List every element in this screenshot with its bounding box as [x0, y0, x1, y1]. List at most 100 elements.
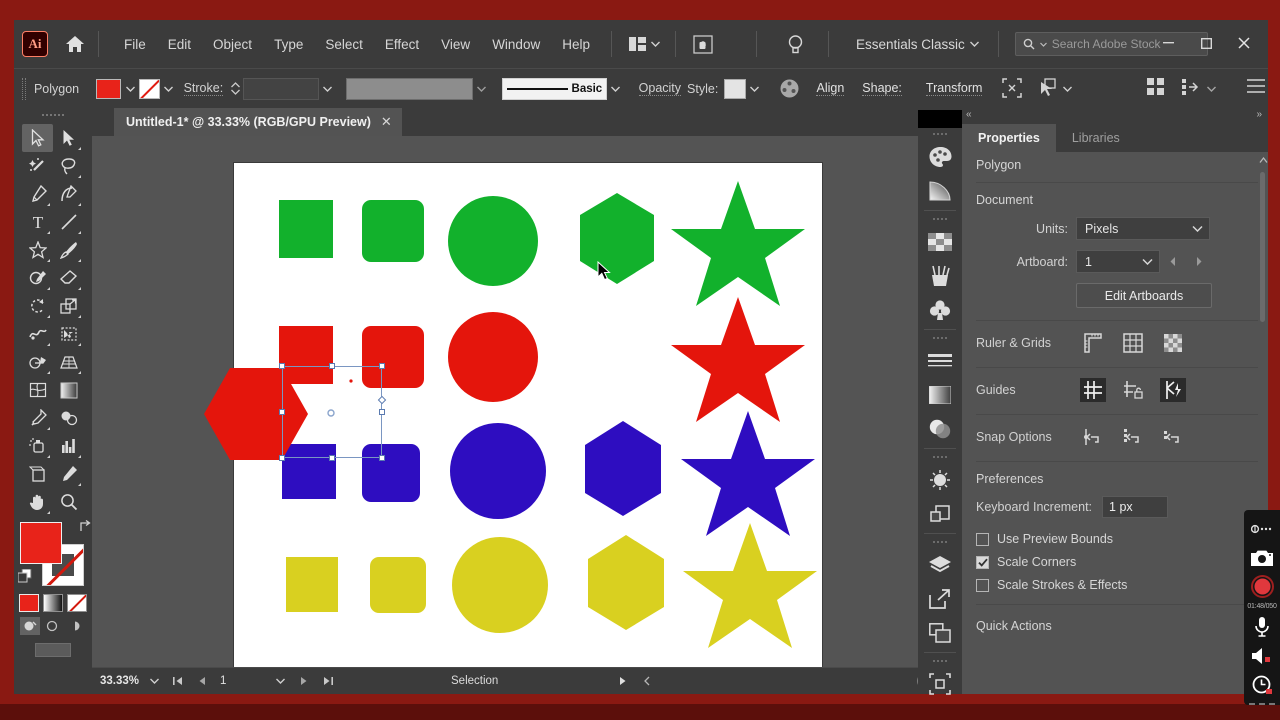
swap-fill-stroke-icon[interactable]: [79, 519, 92, 536]
lasso-tool[interactable]: [53, 152, 84, 180]
menu-type[interactable]: Type: [263, 31, 314, 58]
collapse-panel-icon[interactable]: «: [966, 109, 972, 120]
eraser-tool[interactable]: [53, 264, 84, 292]
stroke-weight-input[interactable]: [243, 77, 320, 100]
show-transparency-grid-icon[interactable]: [1160, 331, 1186, 355]
scroll-up-icon[interactable]: [1259, 156, 1268, 164]
microphone-icon[interactable]: [1247, 614, 1277, 639]
tools-panel-grip[interactable]: [14, 108, 92, 122]
draw-inside-icon[interactable]: [66, 617, 86, 635]
artboard-number-input[interactable]: 1: [217, 672, 266, 690]
draw-normal-icon[interactable]: [20, 617, 40, 635]
use-preview-bounds-checkbox[interactable]: [976, 532, 989, 546]
selection-handle-tl[interactable]: [279, 363, 285, 369]
properties-scroll-thumb[interactable]: [1260, 172, 1265, 322]
brush-dropdown[interactable]: [607, 79, 624, 99]
select-similar-dropdown[interactable]: [1059, 79, 1076, 99]
search-help-icon[interactable]: [781, 30, 810, 58]
webcam-icon[interactable]: [1247, 672, 1277, 697]
direct-selection-tool[interactable]: [53, 124, 84, 152]
use-preview-bounds-checkbox-row[interactable]: Use Preview Bounds: [976, 532, 1258, 546]
scroll-left-icon[interactable]: [638, 672, 656, 690]
line-segment-tool[interactable]: [53, 208, 84, 236]
selection-handle-br[interactable]: [379, 455, 385, 461]
fill-color-box[interactable]: [20, 522, 62, 564]
change-screen-mode-button[interactable]: [35, 643, 71, 657]
menu-file[interactable]: File: [113, 31, 157, 58]
dock-group-grip-4[interactable]: [918, 451, 962, 463]
selection-tool[interactable]: [22, 124, 53, 152]
control-bar-grip[interactable]: [22, 77, 26, 100]
scale-tool[interactable]: [53, 292, 84, 320]
eyedropper-tool[interactable]: [22, 404, 53, 432]
stroke-color-dropdown[interactable]: [160, 79, 177, 99]
smart-guides-icon[interactable]: [1160, 378, 1186, 402]
distribute-spacing-icon[interactable]: [1181, 78, 1203, 100]
graphic-style-swatch[interactable]: [724, 78, 746, 99]
transparency-panel-icon[interactable]: [918, 412, 962, 446]
swatches-panel-icon[interactable]: [918, 225, 962, 259]
record-icon[interactable]: [1247, 574, 1277, 599]
status-text[interactable]: Selection: [451, 675, 498, 687]
draw-behind-icon[interactable]: [43, 617, 63, 635]
pathfinder-panel-icon[interactable]: [918, 497, 962, 531]
hand-tool[interactable]: [22, 488, 53, 516]
column-graph-tool[interactable]: [53, 432, 84, 460]
layers-panel-icon[interactable]: [918, 548, 962, 582]
screenshot-icon[interactable]: [1247, 545, 1277, 570]
slice-tool[interactable]: [53, 460, 84, 488]
snap-to-point-icon[interactable]: [1080, 425, 1106, 449]
artboard-dropdown-icon[interactable]: [271, 672, 289, 690]
last-artboard-icon[interactable]: [319, 672, 337, 690]
show-grid-icon[interactable]: [1120, 331, 1146, 355]
status-menu-icon[interactable]: [614, 672, 632, 690]
select-similar-objects-icon[interactable]: [1038, 77, 1059, 100]
close-icon[interactable]: ✕: [381, 114, 392, 130]
artboards-panel-icon[interactable]: [918, 616, 962, 650]
none-fill-button[interactable]: [67, 594, 87, 612]
type-tool[interactable]: T: [22, 208, 53, 236]
zoom-level[interactable]: 33.33%: [100, 675, 139, 687]
stock-image-button[interactable]: [686, 31, 720, 58]
selection-handle-tr[interactable]: [379, 363, 385, 369]
menu-window[interactable]: Window: [481, 31, 551, 58]
gradient-panel-icon[interactable]: [918, 174, 962, 208]
show-rulers-icon[interactable]: [1080, 331, 1106, 355]
dock-group-grip-2[interactable]: [918, 213, 962, 225]
profile-dropdown[interactable]: [473, 79, 490, 99]
blend-tool[interactable]: [53, 404, 84, 432]
zoom-tool[interactable]: [53, 488, 84, 516]
edit-artboards-button[interactable]: Edit Artboards: [1076, 283, 1212, 308]
color-panel-icon[interactable]: [918, 140, 962, 174]
keyboard-increment-input[interactable]: 1 px: [1102, 496, 1169, 518]
scale-corners-checkbox[interactable]: [976, 555, 989, 569]
tab-properties[interactable]: Properties: [962, 124, 1056, 152]
selection-handle-bc[interactable]: [329, 455, 335, 461]
dock-group-grip-5[interactable]: [918, 536, 962, 548]
next-artboard-button[interactable]: [1186, 256, 1212, 267]
show-guides-icon[interactable]: [1080, 378, 1106, 402]
transform-panel-icon[interactable]: [918, 667, 962, 701]
curvature-tool[interactable]: [53, 180, 84, 208]
stroke-color-swatch[interactable]: [138, 78, 161, 99]
tab-libraries[interactable]: Libraries: [1056, 124, 1136, 152]
first-artboard-icon[interactable]: [169, 672, 187, 690]
control-bar-menu-icon[interactable]: [1246, 78, 1268, 100]
dock-group-grip-3[interactable]: [918, 332, 962, 344]
asset-export-panel-icon[interactable]: [918, 582, 962, 616]
fill-color-dropdown[interactable]: [121, 79, 138, 99]
paintbrush-tool[interactable]: [53, 236, 84, 264]
close-button[interactable]: [1226, 30, 1262, 56]
fill-color-swatch[interactable]: [96, 78, 122, 99]
recolor-artwork-icon[interactable]: [779, 78, 800, 100]
width-tool[interactable]: [22, 320, 53, 348]
gradient2-panel-icon[interactable]: [918, 378, 962, 412]
menu-effect[interactable]: Effect: [374, 31, 430, 58]
scale-corners-checkbox-row[interactable]: Scale Corners: [976, 555, 1258, 569]
isolate-selected-object-icon[interactable]: [1002, 77, 1023, 100]
menu-object[interactable]: Object: [202, 31, 263, 58]
brush-definition-select[interactable]: Basic: [502, 77, 608, 100]
variable-width-profile-select[interactable]: [346, 77, 473, 100]
default-fill-stroke-icon[interactable]: [17, 568, 32, 583]
appearance-panel-icon[interactable]: [918, 463, 962, 497]
